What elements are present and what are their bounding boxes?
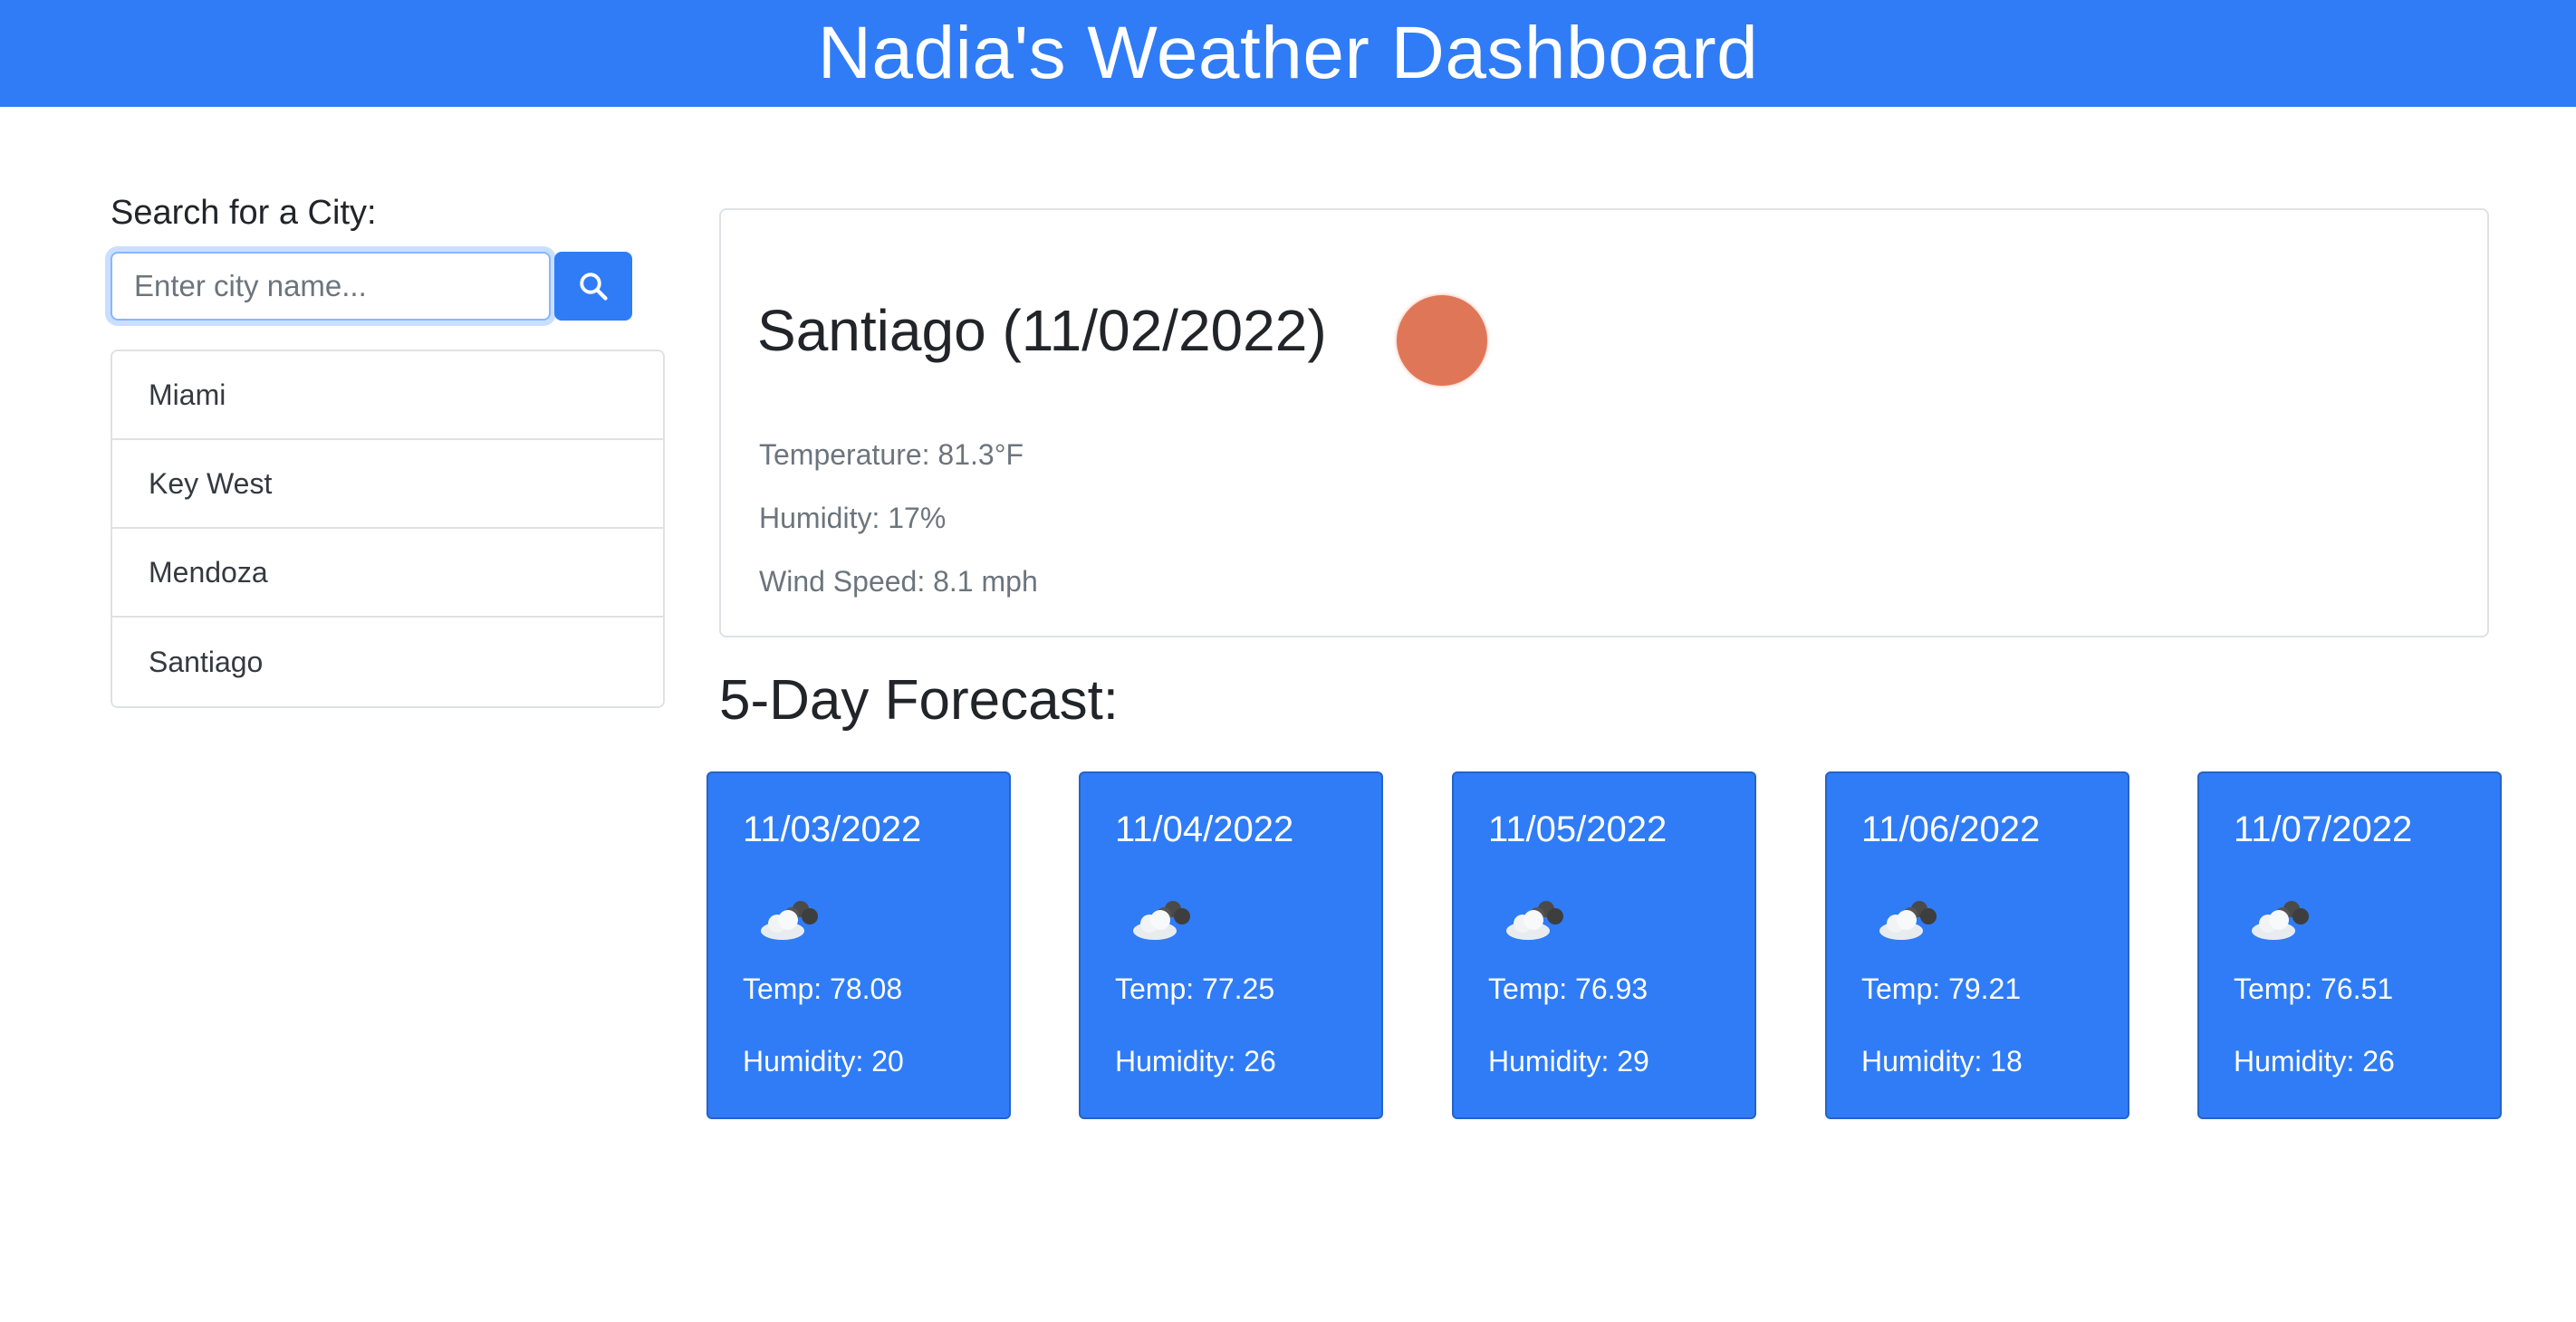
forecast-heading: 5-Day Forecast: xyxy=(719,669,1120,732)
forecast-card: 11/03/2022 Temp: 78.08 Humidity: 20 xyxy=(706,771,1011,1119)
cloud-icon xyxy=(1506,901,1563,940)
forecast-humidity: Humidity: 29 xyxy=(1488,1045,1649,1078)
search-history-list: Miami Key West Mendoza Santiago xyxy=(111,350,665,708)
history-item-santiago[interactable]: Santiago xyxy=(112,618,663,706)
current-weather-card: Santiago (11/02/2022) Temperature: 81.3°… xyxy=(719,208,2489,637)
forecast-humidity: Humidity: 18 xyxy=(1861,1045,2023,1078)
page-header: Nadia's Weather Dashboard xyxy=(0,0,2576,107)
forecast-card: 11/05/2022 Temp: 76.93 Humidity: 29 xyxy=(1452,771,1756,1119)
forecast-temp: Temp: 77.25 xyxy=(1115,972,1275,1005)
forecast-date: 11/04/2022 xyxy=(1115,809,1294,849)
city-search-input[interactable] xyxy=(111,252,551,321)
cloud-icon xyxy=(1133,901,1190,940)
forecast-temp: Temp: 76.51 xyxy=(2234,972,2394,1005)
forecast-date: 11/07/2022 xyxy=(2234,809,2413,849)
history-item-mendoza[interactable]: Mendoza xyxy=(112,529,663,618)
forecast-temp: Temp: 78.08 xyxy=(743,972,903,1005)
current-humidity: Humidity: 17% xyxy=(759,502,947,534)
forecast-temp: Temp: 79.21 xyxy=(1861,972,2022,1005)
forecast-humidity: Humidity: 20 xyxy=(743,1045,904,1078)
forecast-date: 11/05/2022 xyxy=(1488,809,1668,849)
forecast-card: 11/07/2022 Temp: 76.51 Humidity: 26 xyxy=(2197,771,2502,1119)
current-city-date: Santiago (11/02/2022) xyxy=(757,298,1327,363)
forecast-date: 11/06/2022 xyxy=(1861,809,2041,849)
forecast-card: 11/06/2022 Temp: 79.21 Humidity: 18 xyxy=(1825,771,2129,1119)
forecast-card: 11/04/2022 Temp: 77.25 Humidity: 26 xyxy=(1079,771,1383,1119)
history-item-miami[interactable]: Miami xyxy=(112,351,663,440)
search-button[interactable] xyxy=(554,252,632,321)
cloud-icon xyxy=(2252,901,2309,940)
search-icon xyxy=(580,273,608,301)
history-item-key-west[interactable]: Key West xyxy=(112,440,663,529)
cloud-icon xyxy=(761,901,818,940)
page-title: Nadia's Weather Dashboard xyxy=(817,12,1759,94)
sun-icon xyxy=(1397,295,1487,386)
forecast-date: 11/03/2022 xyxy=(743,809,922,849)
forecast-humidity: Humidity: 26 xyxy=(2234,1045,2395,1078)
cloud-icon xyxy=(1879,901,1937,940)
current-wind-speed: Wind Speed: 8.1 mph xyxy=(759,565,1038,598)
forecast-humidity: Humidity: 26 xyxy=(1115,1045,1276,1078)
current-temperature: Temperature: 81.3°F xyxy=(759,438,1024,471)
forecast-temp: Temp: 76.93 xyxy=(1488,972,1648,1005)
search-label: Search for a City: xyxy=(111,194,377,232)
